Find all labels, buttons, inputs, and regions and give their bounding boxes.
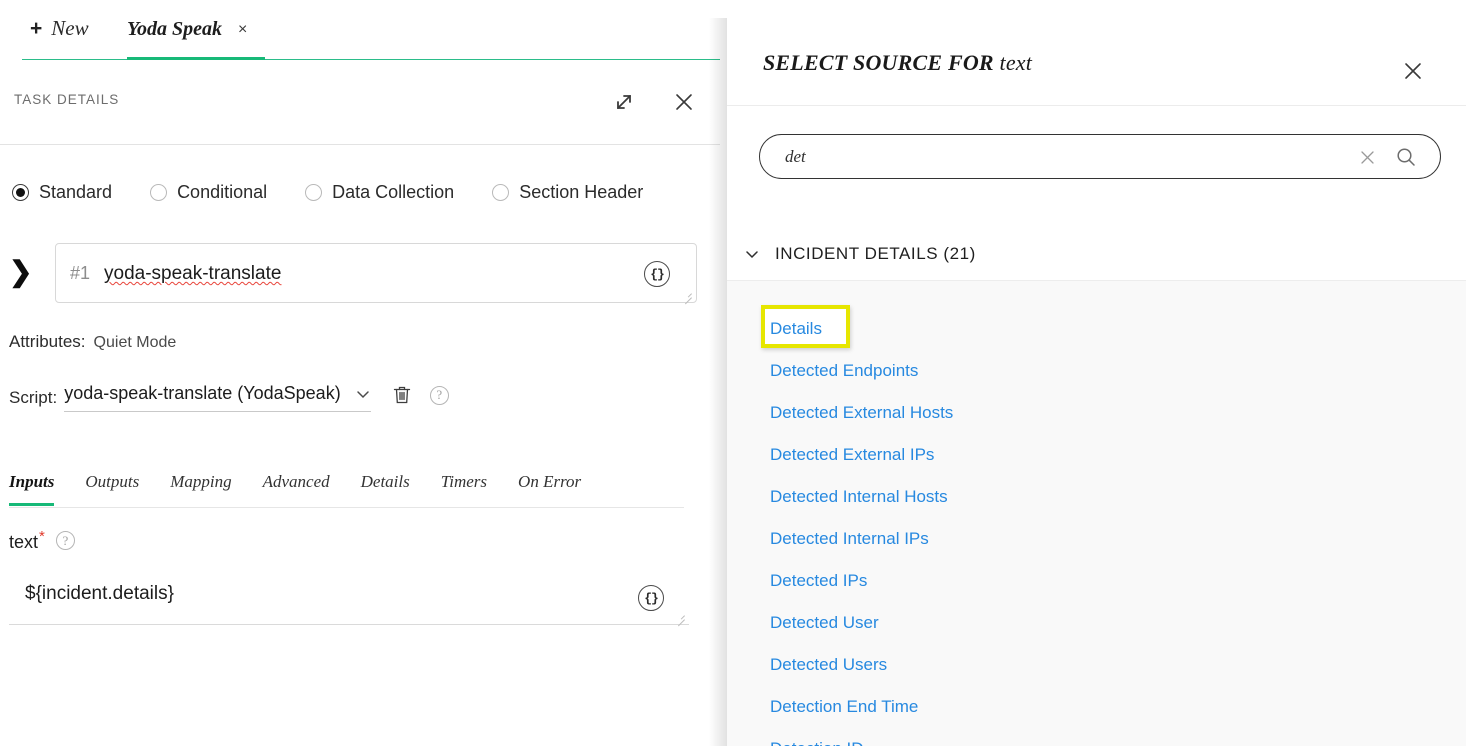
group-title: INCIDENT DETAILS (21): [775, 244, 976, 263]
resize-handle[interactable]: [681, 288, 693, 300]
modal-header: SELECT SOURCE FOR text: [727, 18, 1466, 105]
radio-standard[interactable]: Standard: [12, 182, 112, 203]
clear-x-icon[interactable]: [1358, 148, 1377, 167]
attributes-row: Attributes: Quiet Mode: [9, 332, 176, 352]
script-label: Script:: [9, 387, 58, 407]
list-item-detected-external-ips[interactable]: Detected External IPs: [770, 446, 934, 463]
close-icon[interactable]: [1399, 57, 1427, 85]
plus-icon: +: [30, 17, 43, 40]
radio-standard-label: Standard: [39, 182, 113, 202]
text-input-label-row: text* ?: [9, 528, 75, 553]
script-select[interactable]: yoda-speak-translate (YodaSpeak): [64, 383, 371, 412]
task-number-label: #1: [70, 263, 91, 283]
tab-close-icon[interactable]: ×: [238, 22, 247, 38]
radio-data-collection-circle: [305, 184, 323, 201]
page-title: TASK DETAILS: [14, 92, 120, 107]
radio-section-header-circle: [492, 184, 510, 201]
task-type-radio-group: Standard Conditional Data Collection Sec…: [12, 182, 643, 203]
search-input-value: det: [785, 147, 806, 166]
text-input-value: ${incident.details}: [25, 583, 174, 604]
tab-new[interactable]: + New: [30, 16, 89, 41]
radio-section-header[interactable]: Section Header: [492, 182, 643, 203]
list-item-detected-external-hosts[interactable]: Detected External Hosts: [770, 404, 953, 421]
tab-inputs[interactable]: Inputs: [9, 472, 55, 506]
search-input[interactable]: det: [759, 134, 1441, 179]
chevron-down-icon[interactable]: [355, 386, 371, 402]
list-item-detected-users[interactable]: Detected Users: [770, 656, 887, 673]
tab-mapping[interactable]: Mapping: [170, 472, 231, 505]
task-details-pane: + New Yoda Speak × TASK DETAILS Standard…: [0, 0, 720, 746]
list-item-detected-endpoints[interactable]: Detected Endpoints: [770, 362, 918, 379]
task-subtabs: Inputs Outputs Mapping Advanced Details …: [9, 472, 684, 508]
tab-new-label: New: [51, 16, 89, 40]
radio-conditional-circle: [150, 184, 168, 201]
tab-timers[interactable]: Timers: [441, 472, 487, 505]
tab-on-error[interactable]: On Error: [518, 472, 581, 505]
list-item-detected-internal-hosts[interactable]: Detected Internal Hosts: [770, 488, 948, 505]
tab-yoda-speak[interactable]: Yoda Speak ×: [127, 0, 265, 61]
select-source-modal: SELECT SOURCE FOR text det INCIDENT DETA…: [727, 18, 1466, 746]
script-value: yoda-speak-translate (YodaSpeak): [64, 383, 341, 403]
text-input-label: text*: [9, 528, 45, 552]
tab-strip: + New Yoda Speak ×: [0, 0, 720, 61]
search-icon[interactable]: [1395, 146, 1417, 168]
radio-conditional-label: Conditional: [177, 182, 268, 202]
attributes-label: Attributes:: [9, 332, 86, 351]
list-item-detected-internal-ips[interactable]: Detected Internal IPs: [770, 530, 929, 547]
close-icon[interactable]: [671, 89, 697, 115]
list-item-detection-end-time[interactable]: Detection End Time: [770, 698, 918, 715]
help-icon[interactable]: ?: [55, 531, 75, 550]
modal-divider: [727, 105, 1466, 106]
list-item-details[interactable]: Details: [770, 320, 822, 337]
list-item-detection-id[interactable]: Detection ID: [770, 740, 864, 746]
task-name-value: yoda-speak-translate: [104, 263, 282, 284]
curly-braces-icon[interactable]: {}: [638, 585, 664, 611]
app-root: + New Yoda Speak × TASK DETAILS Standard…: [0, 0, 1466, 746]
curly-braces-icon[interactable]: {}: [644, 261, 670, 287]
required-marker: *: [39, 528, 45, 545]
tab-details[interactable]: Details: [361, 472, 410, 505]
task-name-input[interactable]: #1 yoda-speak-translate {}: [55, 243, 697, 303]
attributes-value: Quiet Mode: [93, 334, 177, 351]
tab-active-indicator: [127, 57, 265, 60]
source-list: Details Detected Endpoints Detected Exte…: [727, 280, 1466, 746]
radio-data-collection-label: Data Collection: [332, 182, 455, 202]
group-header-incident-details[interactable]: INCIDENT DETAILS (21): [744, 228, 1466, 280]
chevron-down-icon: [744, 246, 760, 262]
resize-handle[interactable]: [674, 610, 686, 622]
script-actions: ?: [391, 384, 449, 406]
text-input-field[interactable]: ${incident.details} {}: [9, 565, 689, 625]
step-arrow-icon: ❯: [9, 256, 33, 287]
script-row: Script: yoda-speak-translate (YodaSpeak): [9, 383, 449, 412]
list-item-detected-user[interactable]: Detected User: [770, 614, 879, 631]
modal-title: SELECT SOURCE FOR text: [763, 50, 1033, 75]
radio-data-collection[interactable]: Data Collection: [305, 182, 454, 203]
task-details-header: TASK DETAILS: [0, 61, 720, 145]
radio-conditional[interactable]: Conditional: [150, 182, 267, 203]
tab-yoda-speak-label: Yoda Speak: [127, 18, 222, 40]
help-icon[interactable]: ?: [429, 385, 449, 405]
tab-outputs[interactable]: Outputs: [85, 472, 139, 505]
trash-icon[interactable]: [391, 384, 413, 406]
list-item-detected-ips[interactable]: Detected IPs: [770, 572, 867, 589]
radio-section-header-label: Section Header: [519, 182, 644, 202]
expand-diagonal-icon[interactable]: [611, 89, 637, 115]
tab-advanced[interactable]: Advanced: [263, 472, 330, 505]
radio-standard-circle: [12, 184, 29, 201]
